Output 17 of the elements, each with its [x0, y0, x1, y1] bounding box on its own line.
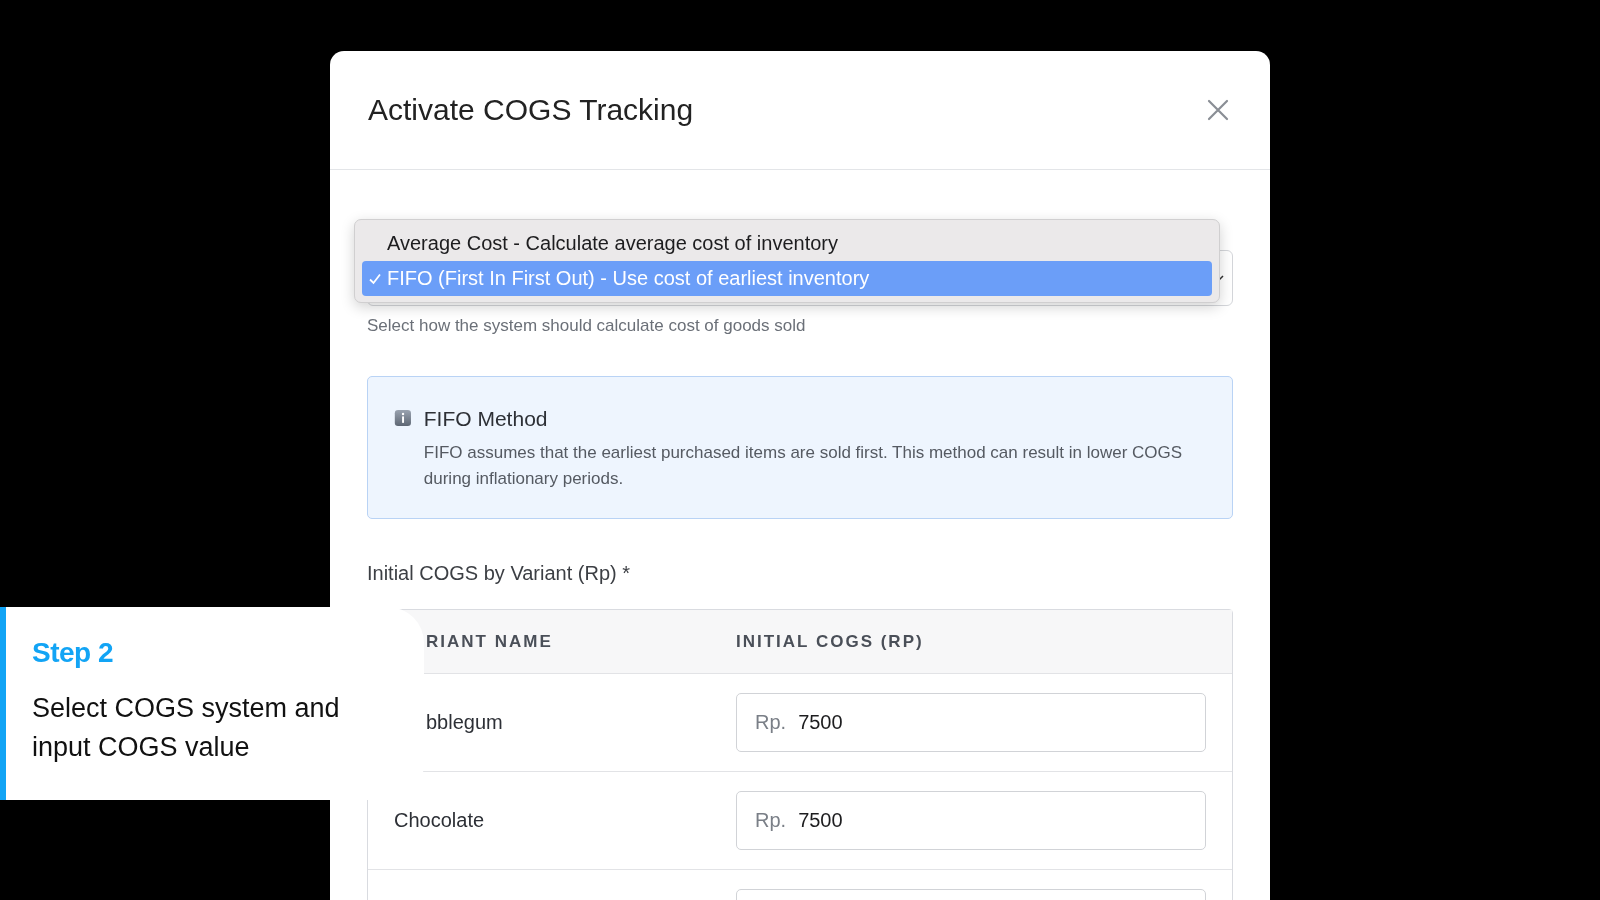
modal-title: Activate COGS Tracking — [368, 93, 694, 127]
column-header: RIANT NAME — [425, 631, 554, 652]
cogs-input[interactable]: Rp. 7500 — [736, 693, 1206, 752]
cogs-input[interactable]: Rp. 7500 — [736, 791, 1206, 850]
info-icon — [394, 407, 412, 429]
section-label: Initial COGS by Variant (Rp) * — [367, 561, 632, 585]
variant-name: bblegum — [426, 711, 503, 733]
helper-text: Select how the system should calculate cost of goods sold — [367, 316, 807, 336]
close-button[interactable] — [1206, 98, 1230, 122]
step-title: Step 2 — [32, 637, 115, 669]
info-title: FIFO Method — [423, 407, 549, 431]
variant-name: Chocolate — [394, 809, 485, 831]
step-text: Select COGS system and input COGS value — [32, 692, 341, 764]
column-header: INITIAL COGS (RP) — [736, 631, 925, 652]
dropdown-option[interactable]: Average Cost - Calculate average cost of inventory — [362, 226, 1212, 261]
check-icon — [368, 271, 382, 286]
info-text: FIFO assumes that the earliest purchased items are sold first. This method can result in lower COGS during inflationary periods. — [423, 442, 1184, 490]
